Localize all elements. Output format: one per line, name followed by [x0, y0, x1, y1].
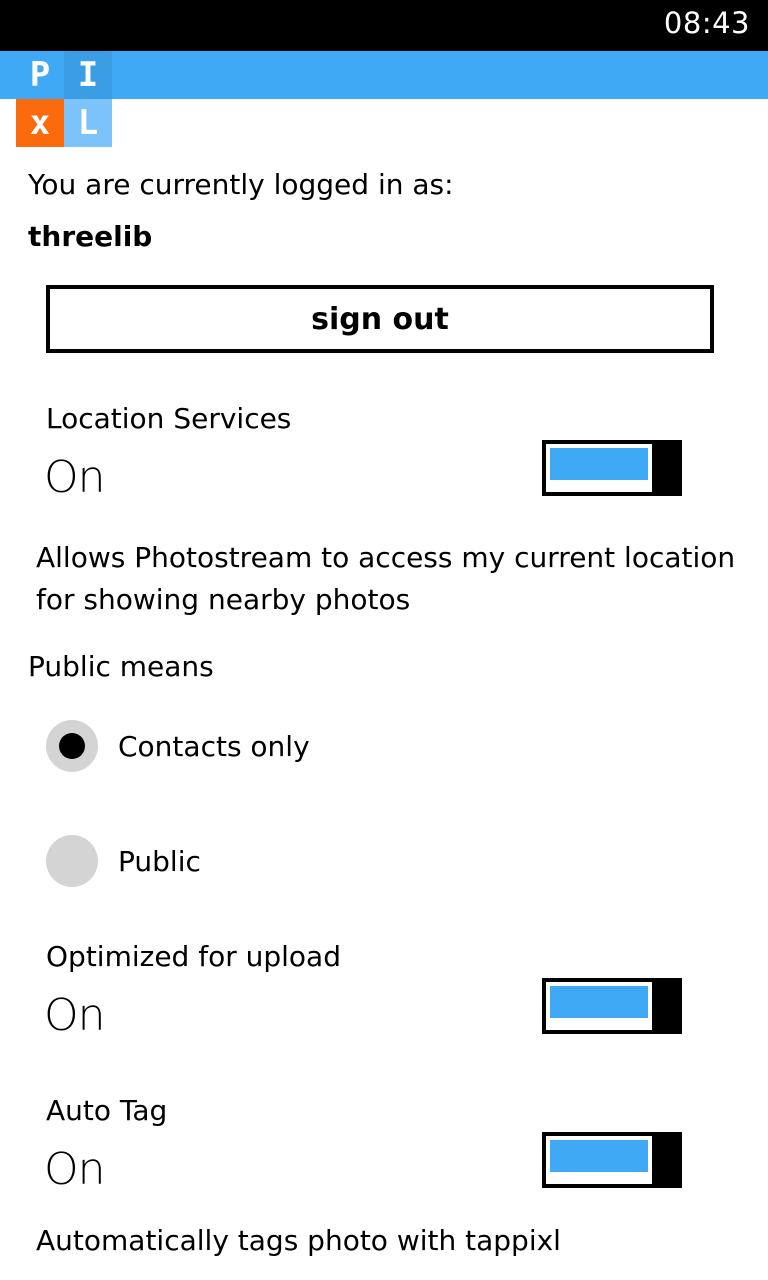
app-logo: P I x L	[16, 51, 112, 147]
optimized-upload-value: On	[44, 990, 106, 1041]
logo-letter-l: L	[64, 99, 112, 147]
radio-public-label[interactable]: Public	[118, 845, 201, 878]
auto-tag-value: On	[44, 1144, 106, 1195]
status-bar: 08:43	[0, 0, 768, 51]
auto-tag-label: Auto Tag	[46, 1094, 168, 1127]
auto-tag-description: Automatically tags photo with tappixl	[36, 1224, 561, 1257]
radio-selected-dot	[59, 733, 85, 759]
toggle-thumb[interactable]	[656, 978, 682, 1034]
radio-public[interactable]	[46, 835, 98, 887]
radio-contacts-only[interactable]	[46, 720, 98, 772]
toggle-thumb[interactable]	[656, 440, 682, 496]
location-services-value: On	[44, 452, 106, 503]
location-services-toggle[interactable]	[542, 440, 682, 496]
username: threelib	[28, 220, 153, 253]
optimized-upload-label: Optimized for upload	[46, 940, 341, 973]
optimized-upload-toggle[interactable]	[542, 978, 682, 1034]
location-services-description: Allows Photostream to access my current …	[36, 541, 736, 616]
radio-contacts-only-label[interactable]: Contacts only	[118, 730, 310, 763]
clock: 08:43	[663, 6, 750, 40]
toggle-thumb[interactable]	[656, 1132, 682, 1188]
app-header-bar	[0, 51, 768, 99]
auto-tag-toggle[interactable]	[542, 1132, 682, 1188]
sign-out-button[interactable]: sign out	[46, 285, 714, 353]
logo-letter-i: I	[64, 51, 112, 99]
toggle-fill	[550, 448, 648, 480]
logo-letter-x: x	[16, 99, 64, 147]
logo-letter-p: P	[16, 51, 64, 99]
toggle-fill	[550, 986, 648, 1018]
public-means-label: Public means	[28, 650, 214, 683]
logged-in-label: You are currently logged in as:	[28, 168, 454, 201]
toggle-fill	[550, 1140, 648, 1172]
location-services-label: Location Services	[46, 402, 292, 435]
